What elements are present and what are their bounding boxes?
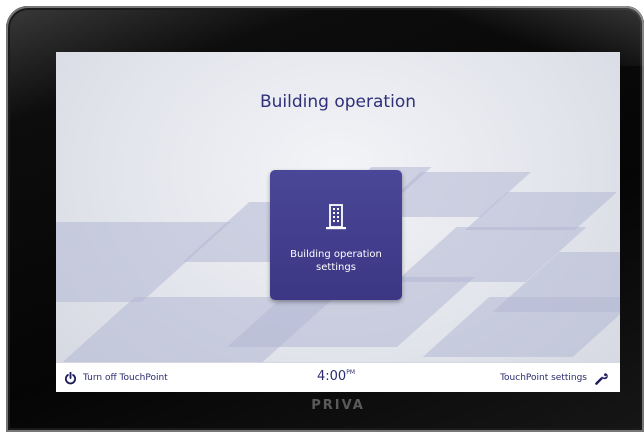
building-icon xyxy=(326,204,346,230)
wrench-icon xyxy=(595,372,608,385)
clock: 4:00PM xyxy=(286,369,386,384)
clock-time: 4:00 xyxy=(317,369,347,384)
clock-meridiem: PM xyxy=(346,369,355,376)
touchpoint-settings-label: TouchPoint settings xyxy=(500,373,587,383)
turn-off-label: Turn off TouchPoint xyxy=(83,373,168,383)
brand-logo: PRIVA xyxy=(311,398,365,413)
building-operation-settings-button[interactable]: Building operation settings xyxy=(270,170,402,300)
touchpoint-settings-button[interactable]: TouchPoint settings xyxy=(500,370,608,386)
turn-off-button[interactable]: Turn off TouchPoint xyxy=(64,370,168,386)
touch-screen: Building operation Building operation se… xyxy=(56,52,620,392)
status-bar: Turn off TouchPoint 4:00PM TouchPoint se… xyxy=(56,362,620,392)
screen-title: Building operation xyxy=(260,92,416,112)
tile-label: Building operation settings xyxy=(290,249,382,273)
power-icon xyxy=(64,371,77,384)
